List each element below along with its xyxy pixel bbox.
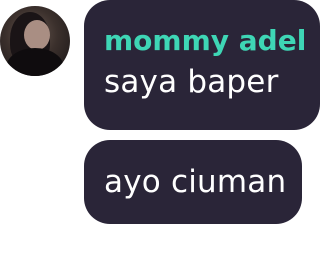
sender-name[interactable]: mommy adel: [104, 24, 306, 58]
avatar-face: [24, 20, 50, 50]
avatar-body: [6, 48, 64, 76]
message-text: ayo ciuman: [104, 164, 287, 200]
avatar[interactable]: [0, 6, 70, 76]
chat-thread: mommy adel saya baper ayo ciuman: [0, 0, 320, 279]
message-text: saya baper: [104, 64, 279, 100]
message-bubble[interactable]: mommy adel saya baper: [84, 0, 320, 130]
message-bubble[interactable]: ayo ciuman: [84, 140, 302, 224]
